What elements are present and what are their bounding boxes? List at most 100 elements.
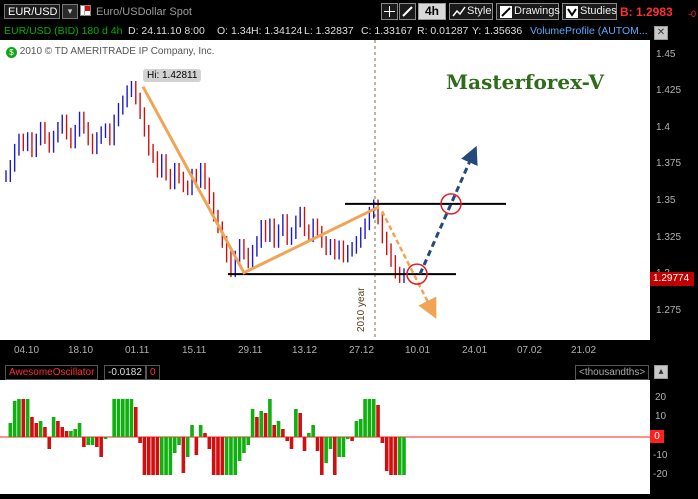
price-bars [5, 80, 405, 283]
oscillator-bar [64, 431, 69, 437]
oscillator-bar [103, 437, 108, 439]
info-close: C: 1.33167 [361, 25, 413, 37]
timeframe-selector[interactable]: 4h [418, 3, 446, 20]
symbol-lookup-button[interactable]: ▾ [62, 4, 78, 19]
oscillator-bar [281, 429, 285, 437]
xtick-5: 13.12 [292, 345, 318, 356]
info-range: R: 0.01287 [417, 25, 469, 37]
oscillator-bar [159, 437, 164, 475]
settings-icon[interactable]: ✕ [654, 26, 668, 40]
price-tick-4: 1.35 [656, 194, 676, 206]
info-low: L: 1.32837 [304, 25, 354, 37]
oscillator-bar [255, 417, 259, 437]
pencil-icon [402, 6, 413, 17]
oscillator-bar [12, 401, 17, 437]
oscillator-bar [17, 399, 21, 437]
xtick-10: 21.02 [571, 345, 597, 356]
price-tick-1: 1.425 [656, 85, 682, 97]
current-price-tag: 1.29774 [650, 272, 694, 286]
bid-change: -0 [688, 9, 697, 19]
oscillator-bar [82, 437, 86, 447]
price-tick-0: 1.45 [656, 48, 676, 60]
price-tick-3: 1.375 [656, 158, 682, 170]
oscillator-value: -0.0182 [104, 365, 146, 380]
oscillator-bar [194, 437, 199, 455]
oscillator-bar [246, 437, 251, 445]
oscillator-bar [90, 437, 95, 445]
studies-button[interactable]: Studies [562, 3, 617, 20]
oscillator-axis[interactable]: ▴ 20 10 0 -10 -20 [650, 362, 698, 494]
oscillator-bar [69, 431, 73, 437]
xtick-1: 18.10 [68, 345, 94, 356]
oscillator-bar [363, 399, 367, 437]
year-label: 2010 year [356, 287, 367, 332]
oscillator-bar [30, 417, 34, 437]
oscillator-bar [190, 425, 194, 437]
style-icon [452, 6, 466, 17]
oscillator-bar [237, 437, 242, 461]
oscillator-bar [402, 437, 406, 475]
chart-title: EUR/USD (BID) 180 d 4h [4, 25, 123, 37]
crosshair-tool-button[interactable] [381, 3, 398, 20]
style-button[interactable]: Style [449, 3, 493, 20]
top-toolbar: EUR/USD ▾ Euro/USDollar Spot 4h Style Dr… [0, 0, 698, 24]
oscillator-bar [332, 437, 337, 475]
oscillator-bar [168, 437, 173, 475]
drawings-button[interactable]: Drawings [496, 3, 560, 20]
oscillator-bar [233, 437, 238, 475]
oscillator-bar [21, 399, 26, 437]
oscillator-bar [224, 437, 229, 475]
price-tick-5: 1.325 [656, 231, 682, 243]
oscillator-bar [133, 407, 138, 437]
info-bar: EUR/USD (BID) 180 d 4h D: 24.11.10 8:00 … [0, 24, 650, 39]
osc-ytick-3: -20 [653, 469, 668, 480]
oscillator-bar [164, 437, 168, 475]
price-axis[interactable]: ✕ 1.451.4251.41.3751.351.3251.31.275 1.2… [650, 24, 698, 340]
oscillator-bar [371, 399, 376, 437]
price-tick-7: 1.275 [656, 304, 682, 316]
oscillator-bar [289, 437, 294, 449]
oscillator-bar [350, 437, 354, 441]
oscillator-bar [320, 437, 324, 475]
oscillator-bar [397, 437, 402, 475]
oscillator-bar [60, 427, 65, 437]
symbol-input[interactable]: EUR/USD [4, 4, 60, 19]
hi-label: Hi: 1.42811 [143, 69, 202, 82]
oscillator-bar [376, 405, 380, 437]
draw-tool-button[interactable] [399, 3, 416, 20]
xtick-2: 01.11 [125, 345, 150, 356]
oscillator-settings-icon[interactable]: ▴ [654, 365, 668, 379]
oscillator-bar [384, 437, 389, 471]
oscillator-bar [38, 421, 43, 437]
oscillator-chart[interactable] [0, 380, 650, 494]
oscillator-bar [99, 437, 103, 457]
oscillator-bar [272, 425, 277, 437]
info-high: H: 1.34124 [251, 25, 303, 37]
oscillator-bar [358, 419, 363, 437]
oscillator-bar [198, 425, 203, 437]
osc-zero-tag: 0 [650, 430, 664, 443]
oscillator-bar [86, 437, 90, 445]
price-tick-2: 1.4 [656, 121, 670, 133]
studies-label: Studies [580, 5, 617, 17]
oscillator-bar [315, 437, 320, 451]
volume-profile-label[interactable]: VolumeProfile (AUTOM... [530, 24, 648, 39]
oscillator-bar [311, 425, 315, 437]
oscillator-name[interactable]: AwesomeOscillator [5, 365, 99, 380]
osc-ytick-2: -10 [653, 450, 668, 461]
oscillator-bar [112, 399, 116, 437]
oscillator-bar [43, 427, 47, 437]
oscillator-extra: 0 [146, 365, 160, 380]
oscillator-bar [172, 437, 177, 453]
oscillator-bar [146, 437, 151, 475]
osc-ytick-0: 20 [655, 392, 667, 403]
oscillator-bar [211, 437, 216, 475]
oscillator-bar [121, 399, 125, 437]
oscillator-bar [203, 433, 207, 437]
osc-ytick-1: 10 [655, 411, 667, 422]
oscillator-bar [125, 399, 129, 437]
flag-icon[interactable] [84, 3, 94, 16]
oscillator-canvas[interactable] [0, 380, 650, 494]
time-axis[interactable]: 04.10 18.10 01.11 15.11 29.11 13.12 27.1… [0, 340, 650, 362]
price-chart[interactable]: $ 2010 © TD AMERITRADE IP Company, Inc. … [0, 40, 650, 340]
